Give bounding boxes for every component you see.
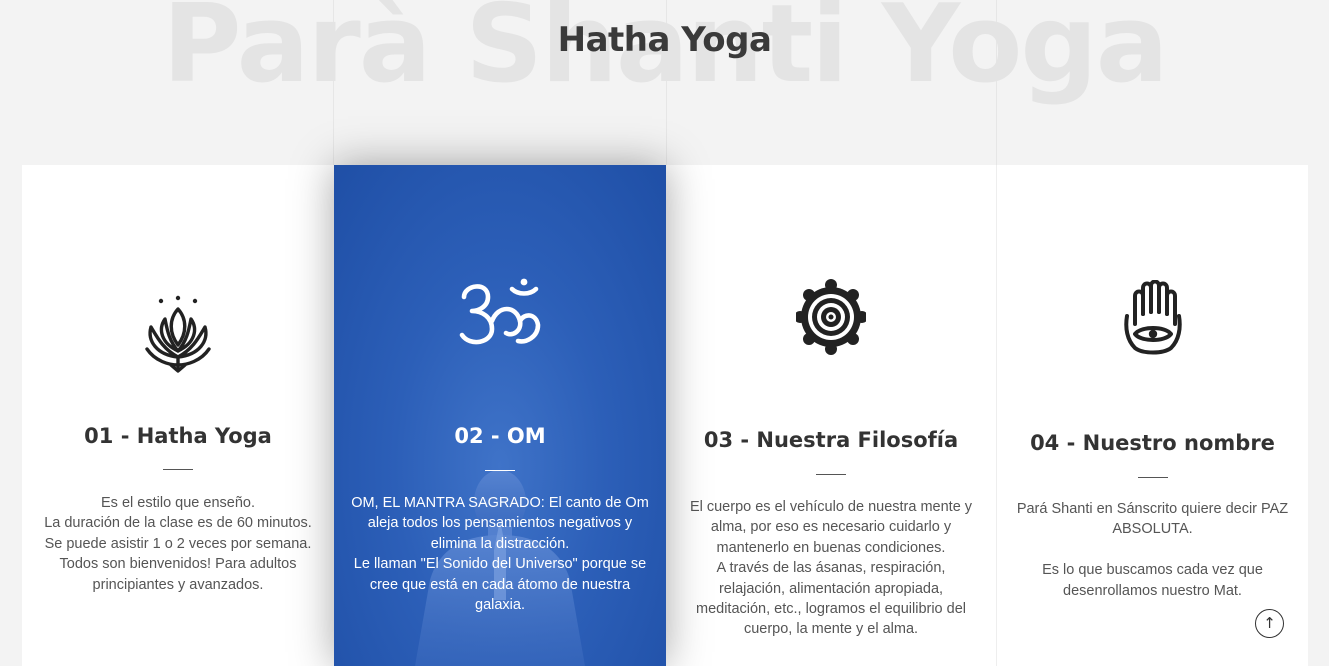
scroll-to-top-button[interactable]: ↑ — [1255, 609, 1284, 638]
card-nuestra-filosofia: 03 - Nuestra Filosofía El cuerpo es el v… — [666, 165, 997, 666]
card-title: 02 - OM — [454, 424, 546, 448]
card-nuestro-nombre: 04 - Nuestro nombre Pará Shanti en Sánsc… — [997, 165, 1308, 666]
lotus-icon — [145, 295, 211, 373]
card-om: 02 - OM OM, EL MANTRA SAGRADO: El canto … — [334, 165, 666, 666]
arrow-up-icon: ↑ — [1263, 614, 1276, 632]
feature-cards: 01 - Hatha Yoga Es el estilo que enseño.… — [22, 165, 1308, 666]
page-title: Hatha Yoga — [557, 20, 772, 60]
card-description: Es el estilo que enseño. La duración de … — [44, 495, 312, 593]
card-title: 03 - Nuestra Filosofía — [703, 428, 959, 452]
om-icon — [459, 278, 541, 345]
card-title: 01 - Hatha Yoga — [84, 424, 272, 448]
chakra-icon — [796, 279, 866, 355]
title-divider — [163, 469, 193, 470]
title-divider — [816, 474, 846, 475]
title-divider — [485, 470, 515, 471]
card-description: Pará Shanti en Sánscrito quiere decir PA… — [1016, 501, 1289, 599]
card-hatha-yoga: 01 - Hatha Yoga Es el estilo que enseño.… — [22, 165, 334, 666]
card-description: El cuerpo es el vehículo de nuestra ment… — [689, 499, 973, 638]
title-divider — [1137, 477, 1168, 478]
card-title: 04 - Nuestro nombre — [1030, 431, 1275, 455]
card-description: OM, EL MANTRA SAGRADO: El canto de Om al… — [351, 495, 649, 614]
hamsa-icon — [1123, 280, 1182, 355]
